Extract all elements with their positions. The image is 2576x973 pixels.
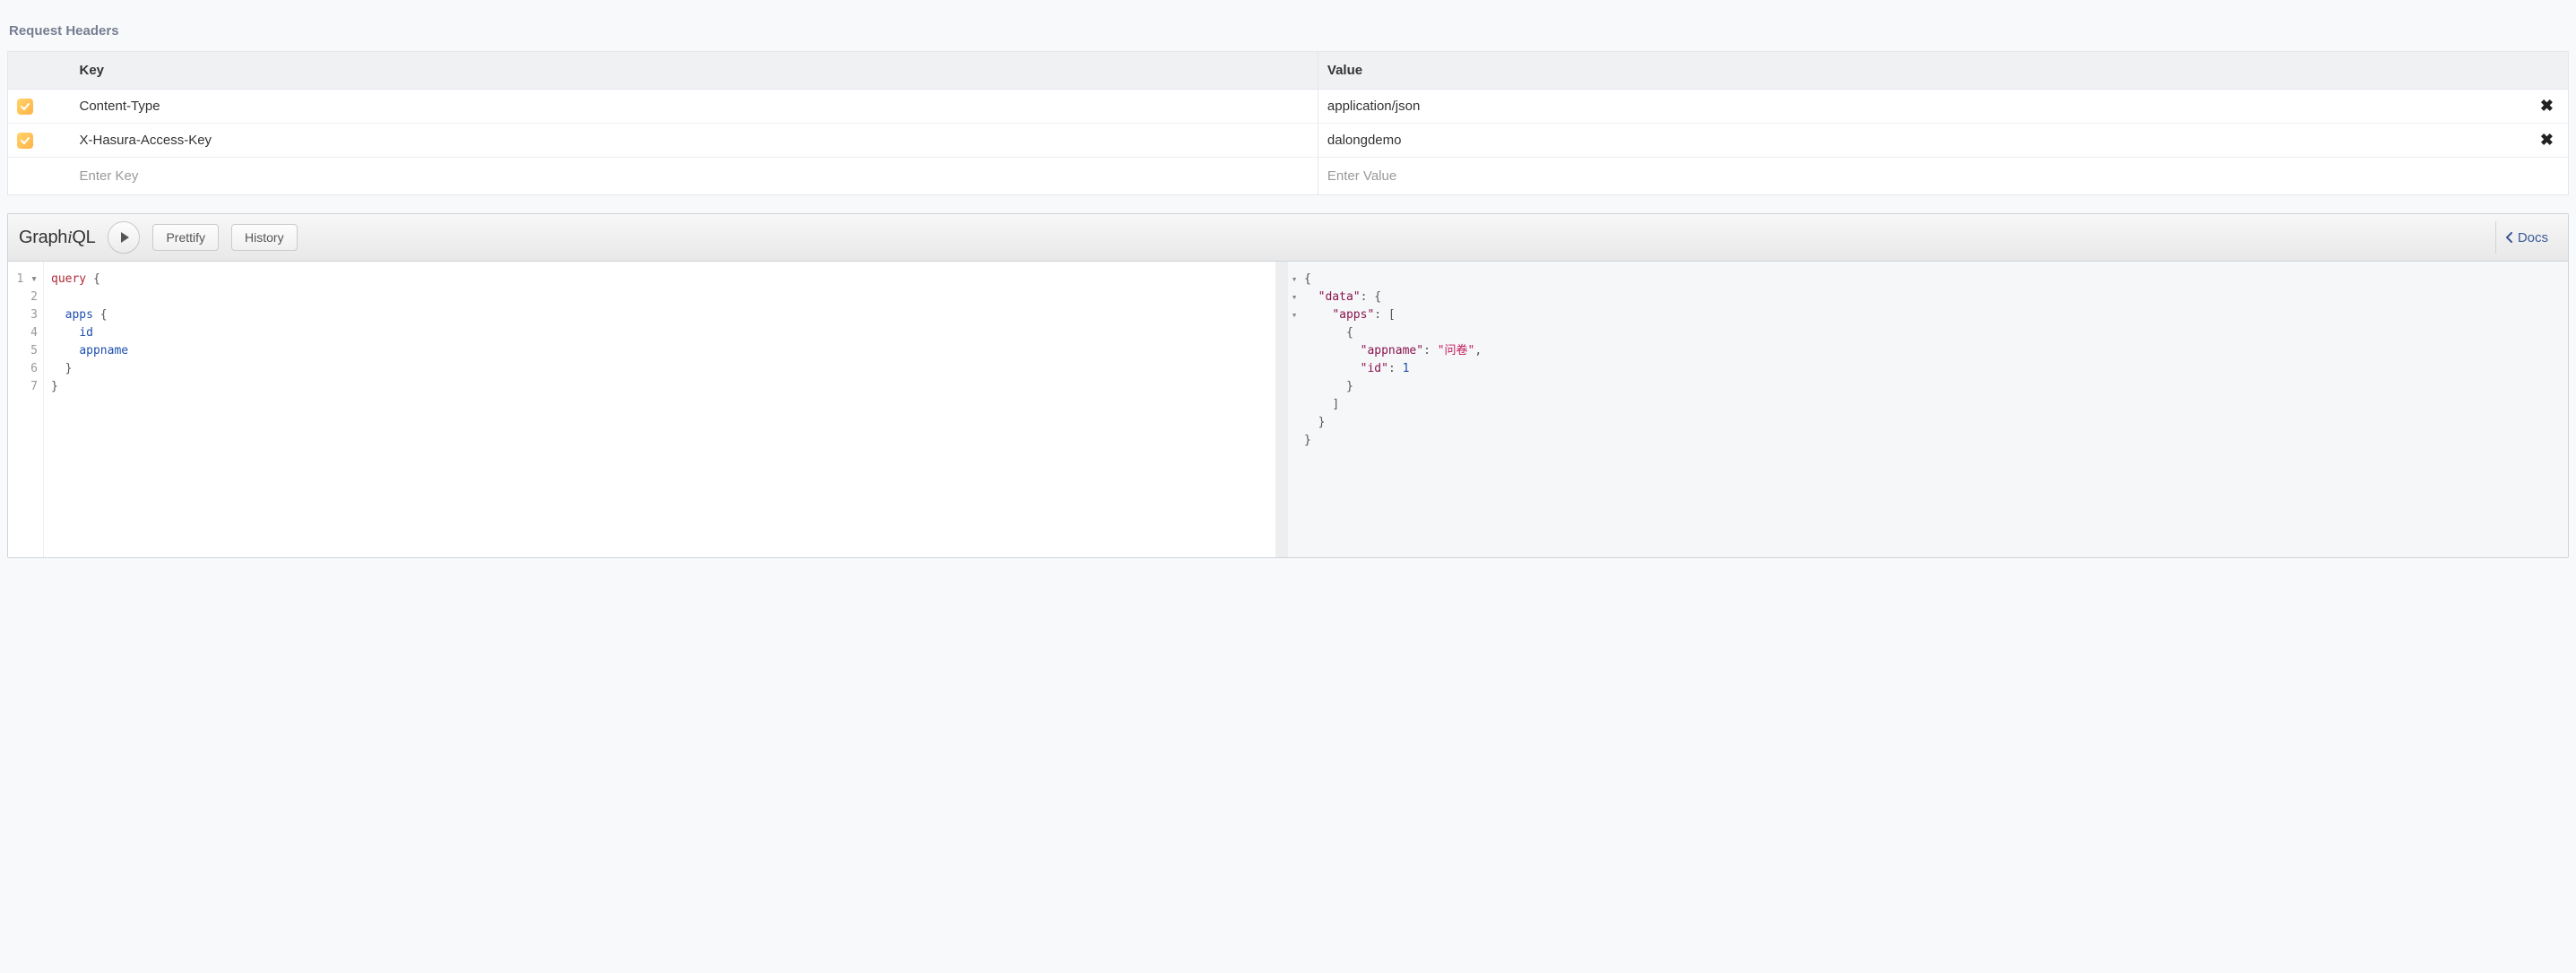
header-key-cell[interactable]: Content-Type — [71, 90, 1318, 124]
graphiql-topbar: GraphiQL Prettify History Docs — [8, 214, 2568, 262]
close-icon[interactable]: ✖ — [2535, 97, 2559, 116]
play-icon — [118, 231, 131, 244]
header-value-input[interactable] — [1327, 165, 2559, 187]
table-row: X-Hasura-Access-Key dalongdemo ✖ — [8, 124, 2569, 158]
query-editor[interactable]: 1 ▾ 2 3 4 5 6 7 query { apps { id appnam… — [8, 262, 1288, 557]
header-value-cell[interactable]: application/json — [1327, 99, 1420, 114]
line-gutter: 1 ▾ 2 3 4 5 6 7 — [8, 262, 44, 557]
graphiql-panel: GraphiQL Prettify History Docs 1 ▾ 2 3 4… — [7, 213, 2569, 558]
request-headers-table: Key Value Content-Type application/json … — [7, 51, 2569, 195]
header-row-checkbox[interactable] — [17, 99, 33, 115]
docs-toggle[interactable]: Docs — [2495, 221, 2557, 254]
header-row-checkbox[interactable] — [17, 133, 33, 149]
table-row: Content-Type application/json ✖ — [8, 90, 2569, 124]
graphiql-logo: GraphiQL — [19, 228, 95, 248]
header-key-input[interactable] — [80, 165, 1309, 187]
result-fold-gutter: ▾ ▾ ▾ — [1288, 262, 1301, 557]
header-col-checkbox — [8, 52, 71, 90]
request-headers-title: Request Headers — [9, 23, 2569, 39]
result-code: { "data": { "apps": [ { "appname": "问卷",… — [1301, 262, 2568, 557]
result-viewer: ▾ ▾ ▾ { "data": { "apps": [ { "appname":… — [1288, 262, 2568, 557]
chevron-left-icon — [2505, 232, 2514, 243]
header-value-cell[interactable]: dalongdemo — [1327, 133, 1402, 148]
close-icon[interactable]: ✖ — [2535, 131, 2559, 150]
table-row — [8, 158, 2569, 195]
header-key-cell[interactable]: X-Hasura-Access-Key — [71, 124, 1318, 158]
header-col-key: Key — [71, 52, 1318, 90]
execute-button[interactable] — [108, 221, 140, 254]
history-button[interactable]: History — [231, 224, 298, 251]
header-col-value: Value — [1318, 52, 2568, 90]
query-code[interactable]: query { apps { id appname } } — [44, 262, 1275, 557]
prettify-button[interactable]: Prettify — [152, 224, 219, 251]
